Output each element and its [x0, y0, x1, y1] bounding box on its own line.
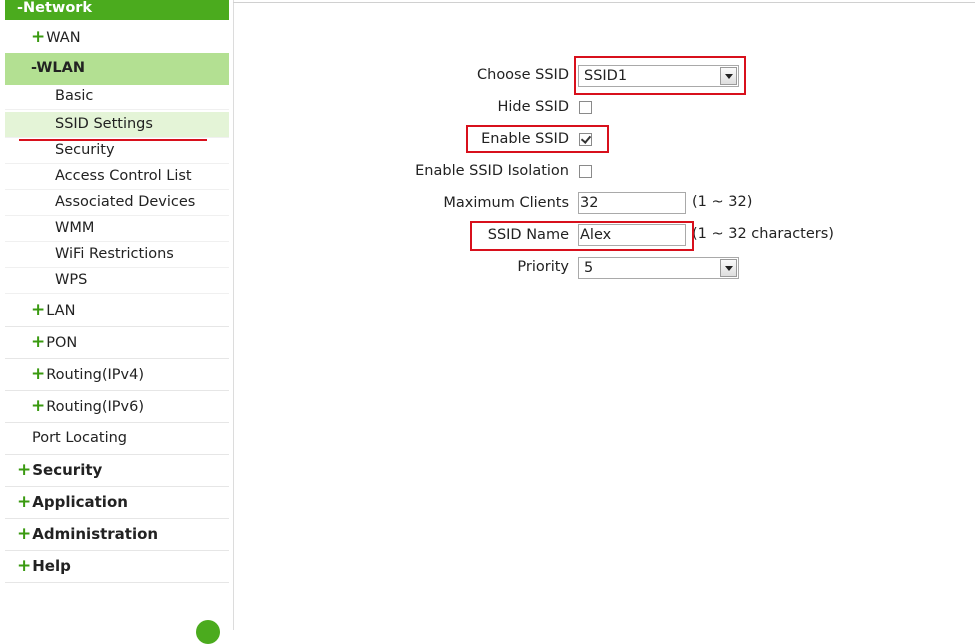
nav-application[interactable]: +Application [5, 487, 229, 519]
nav-help[interactable]: +Help [5, 551, 229, 583]
nav-help-label: Help [32, 557, 71, 575]
plus-icon: + [31, 396, 46, 416]
nav-security[interactable]: +Security [5, 455, 229, 487]
priority-value: 5 [584, 260, 594, 276]
plus-icon: + [31, 300, 46, 320]
nav-ssid-settings[interactable]: SSID Settings [5, 112, 229, 138]
nav-associated-devices[interactable]: Associated Devices [5, 190, 229, 216]
isolation-label: Enable SSID Isolation [415, 163, 569, 179]
choose-ssid-value: SSID1 [584, 68, 628, 84]
nav-wan-label: WAN [46, 30, 81, 46]
content-top-border [233, 2, 975, 3]
nav-routing-ipv6-label: Routing(IPv6) [46, 399, 144, 415]
help-bubble-icon[interactable] [196, 620, 220, 644]
ssid-name-label: SSID Name [487, 227, 569, 243]
nav-wan[interactable]: +WAN [5, 22, 229, 54]
nav-network[interactable]: -Network [5, 0, 229, 20]
plus-icon: + [17, 460, 32, 480]
enable-ssid-label: Enable SSID [481, 131, 569, 147]
isolation-checkbox[interactable] [579, 165, 592, 178]
nav-routing-ipv4[interactable]: +Routing(IPv4) [5, 359, 229, 391]
nav-port-locating[interactable]: Port Locating [5, 423, 229, 455]
nav-lan[interactable]: +LAN [5, 295, 229, 327]
max-clients-hint: (1 ~ 32) [692, 194, 753, 210]
plus-icon: + [17, 556, 32, 576]
priority-select[interactable]: 5 [578, 257, 739, 279]
nav-basic[interactable]: Basic [5, 84, 229, 110]
chevron-down-icon[interactable] [720, 259, 737, 277]
plus-icon: + [17, 492, 32, 512]
nav-wmm[interactable]: WMM [5, 216, 229, 242]
nav-administration[interactable]: +Administration [5, 519, 229, 551]
nav-wifi-restrictions[interactable]: WiFi Restrictions [5, 242, 229, 268]
nav-pon[interactable]: +PON [5, 327, 229, 359]
max-clients-label: Maximum Clients [443, 195, 569, 211]
hide-ssid-checkbox[interactable] [579, 101, 592, 114]
ssid-name-hint: (1 ~ 32 characters) [692, 226, 834, 242]
nav-access-control-list[interactable]: Access Control List [5, 164, 229, 190]
nav-wlan[interactable]: -WLAN [5, 53, 229, 85]
sidebar: -Network +WAN -WLAN Basic SSID Settings … [0, 0, 234, 644]
nav-administration-label: Administration [32, 525, 159, 543]
nav-routing-ipv6[interactable]: +Routing(IPv6) [5, 391, 229, 423]
nav-security-label: Security [32, 461, 103, 479]
choose-ssid-label: Choose SSID [477, 67, 569, 83]
plus-icon: + [31, 332, 46, 352]
nav-routing-ipv4-label: Routing(IPv4) [46, 367, 144, 383]
choose-ssid-select[interactable]: SSID1 [578, 65, 739, 87]
plus-icon: + [31, 27, 46, 47]
plus-icon: + [17, 524, 32, 544]
nav-wps[interactable]: WPS [5, 268, 229, 294]
nav-application-label: Application [32, 493, 128, 511]
hide-ssid-label: Hide SSID [497, 99, 569, 115]
ssid-name-input[interactable] [578, 224, 686, 246]
chevron-down-icon[interactable] [720, 67, 737, 85]
max-clients-input[interactable] [578, 192, 686, 214]
nav-pon-label: PON [46, 335, 78, 351]
nav-security-wlan[interactable]: Security [5, 138, 229, 164]
enable-ssid-checkbox[interactable] [579, 133, 592, 146]
plus-icon: + [31, 364, 46, 384]
nav-lan-label: LAN [46, 303, 76, 319]
priority-label: Priority [517, 259, 569, 275]
nav-wlan-label: -WLAN [31, 60, 85, 76]
